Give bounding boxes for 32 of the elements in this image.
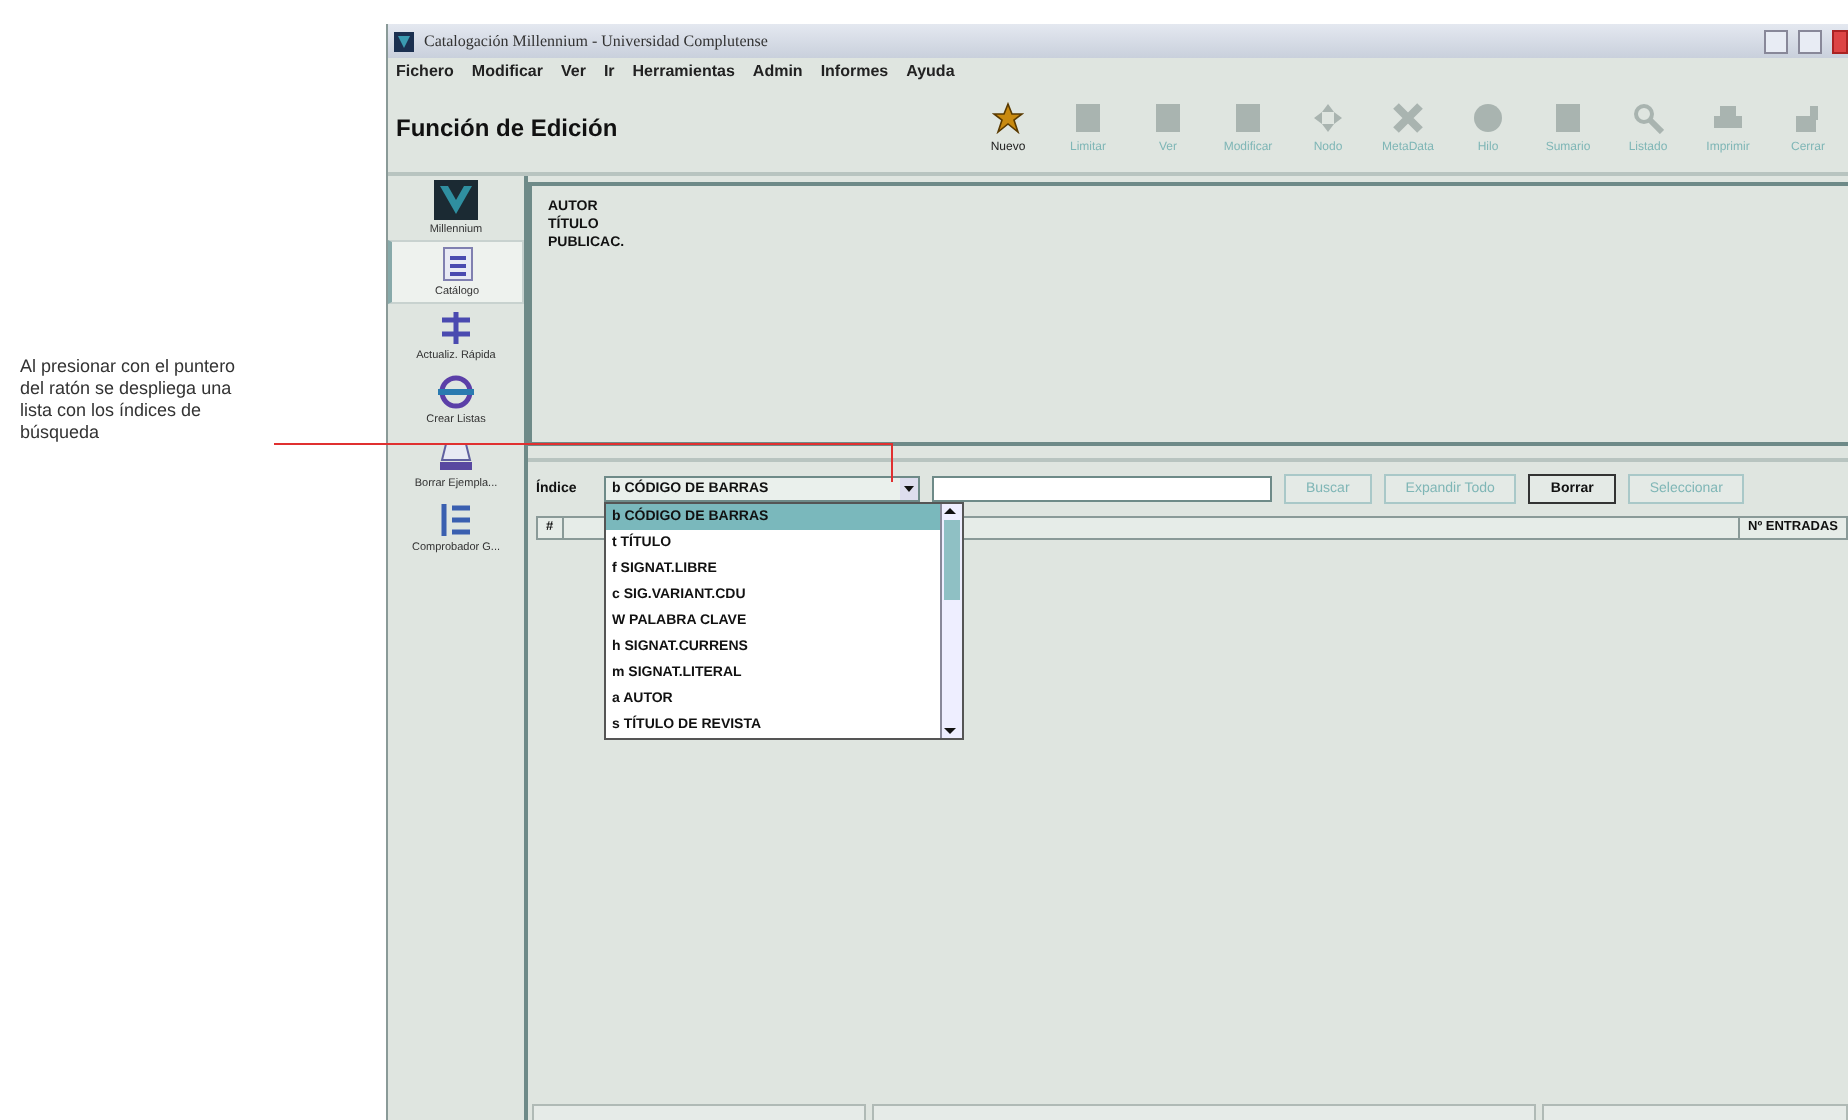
list-icon [437,246,477,282]
menu-item[interactable]: Informes [820,62,889,80]
cross-icon [1392,102,1424,134]
caret-icon [900,478,918,500]
down-arrow-icon[interactable] [942,722,958,738]
menu-item[interactable]: Ver [560,62,586,80]
printer-icon [1712,102,1744,134]
search-field[interactable] [932,476,1272,502]
menu-item[interactable]: Admin [752,62,803,80]
document-icon [1552,102,1584,134]
document-icon [1232,102,1264,134]
menu-item[interactable]: Ayuda [906,62,955,80]
menu-item[interactable]: Fichero [396,62,454,80]
close-button[interactable] [1832,29,1848,53]
menu-item[interactable]: Ir [603,62,615,80]
list-icon [436,502,476,538]
app-icon [394,31,414,51]
search-icon [1632,102,1664,134]
document-icon [1072,102,1104,134]
up-arrow-icon[interactable] [942,504,958,520]
scrollbar[interactable] [940,504,962,738]
annotation-text: Al presionar con el puntero del ratón se despliega una lista con los índices de búsqueda [20,356,238,444]
logo-icon [434,180,478,220]
star-icon [992,102,1024,134]
menu-item[interactable]: Herramientas [632,62,735,80]
minimize-button[interactable] [1764,29,1788,53]
document-icon [1152,102,1184,134]
arrows-icon [1312,102,1344,134]
window-title: Catalogación Millennium - Universidad Complutense [424,32,770,50]
menu-item[interactable]: Modificar [471,62,543,80]
maximize-button[interactable] [1798,29,1822,53]
function-title: Función de Edición [394,114,620,142]
